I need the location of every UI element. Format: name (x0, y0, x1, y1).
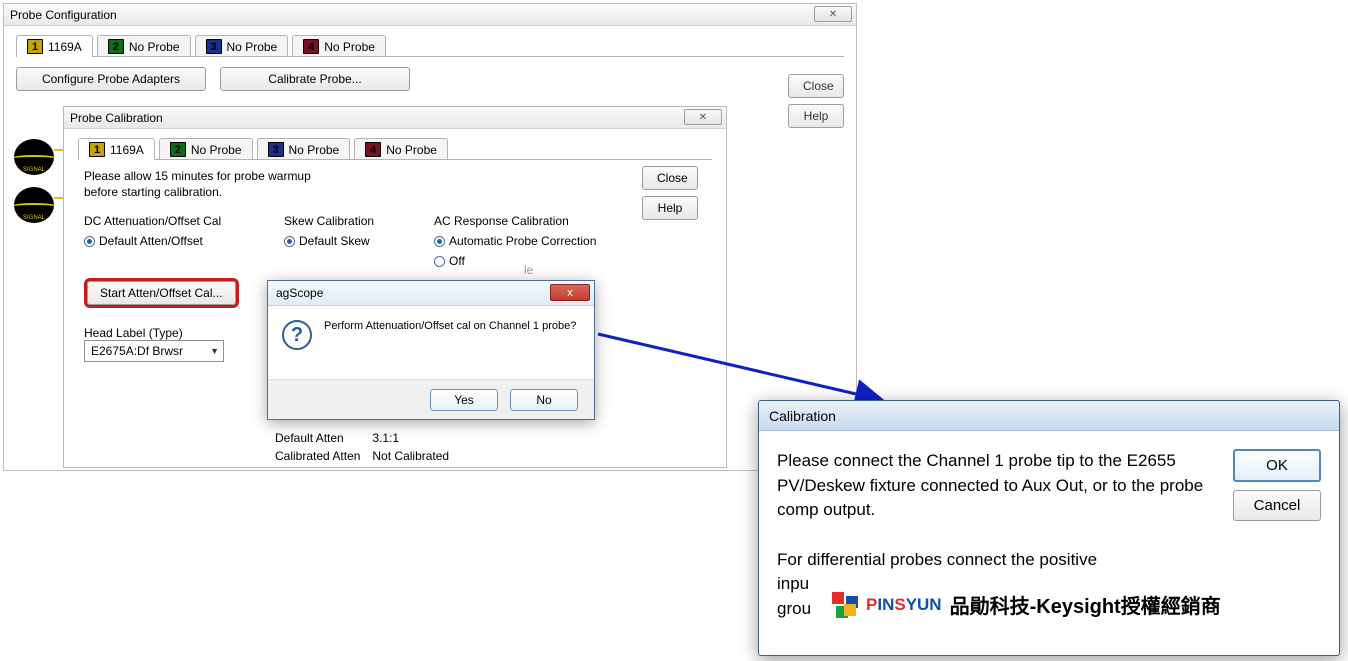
probe-config-titlebar: Probe Configuration ✕ (4, 4, 856, 26)
radio-checked-icon (434, 236, 445, 247)
warmup-note: Please allow 15 minutes for probe warmup… (84, 168, 314, 200)
cal-help-button[interactable]: Help (642, 196, 698, 220)
ch3-badge: 3 (206, 39, 222, 54)
cal-tab-ch3[interactable]: 3 No Probe (257, 138, 351, 160)
signal-icon-1: SIGNAL (14, 139, 54, 175)
cal-tab-ch1-label: 1169A (110, 143, 144, 157)
pinsyun-logo-icon (832, 592, 858, 618)
ac-off-radio[interactable]: Off (434, 252, 644, 271)
msgbox-no-button[interactable]: No (510, 389, 578, 411)
calibration-dialog-title: Calibration (759, 401, 1339, 431)
probe-cal-right-buttons: Close Help (642, 166, 698, 220)
start-atten-offset-highlight: Start Atten/Offset Cal... (84, 278, 239, 308)
configure-adapters-button[interactable]: Configure Probe Adapters (16, 67, 206, 91)
dc-section-heading: DC Attenuation/Offset Cal (84, 214, 254, 228)
head-type-value: E2675A:Df Brwsr (91, 344, 183, 358)
msgbox-yes-button[interactable]: Yes (430, 389, 498, 411)
tab-ch2[interactable]: 2 No Probe (97, 35, 191, 57)
probe-cal-title: Probe Calibration (70, 111, 163, 125)
cal-tab-ch4[interactable]: 4 No Probe (354, 138, 448, 160)
atten-default-value: 3.1:1 (372, 430, 459, 446)
radio-checked-icon (84, 236, 95, 247)
head-label-text: Head Label (Type) (84, 326, 254, 340)
probe-cal-tabs: 1 1169A 2 No Probe 3 No Probe 4 No Probe (78, 137, 712, 159)
ac-auto-label: Automatic Probe Correction (449, 232, 596, 251)
msgbox-titlebar: agScope x (268, 281, 594, 306)
head-type-combo[interactable]: E2675A:Df Brwsr ▼ (84, 340, 224, 362)
probe-config-tabs: 1 1169A 2 No Probe 3 No Probe 4 No Probe (4, 26, 856, 56)
agscope-msgbox: agScope x ? Perform Attenuation/Offset c… (267, 280, 595, 420)
msgbox-close-icon[interactable]: x (550, 284, 590, 301)
skew-default-label: Default Skew (299, 232, 370, 251)
cal-tab-ch2-label: No Probe (191, 143, 242, 157)
tab-ch3-label: No Probe (227, 40, 278, 54)
cal-ch4-badge: 4 (365, 142, 381, 157)
calibration-cancel-button[interactable]: Cancel (1233, 490, 1321, 521)
msgbox-text: Perform Attenuation/Offset cal on Channe… (324, 320, 576, 332)
atten-default-label: Default Atten (275, 430, 370, 446)
probe-cal-titlebar: Probe Calibration ✕ (64, 107, 726, 129)
signal-icon-2: SIGNAL (14, 187, 54, 223)
cal-tab-ch3-label: No Probe (289, 143, 340, 157)
radio-checked-icon (284, 236, 295, 247)
probe-cal-close-icon[interactable]: ✕ (684, 109, 722, 125)
cal-tab-ch1[interactable]: 1 1169A (78, 138, 155, 160)
chevron-down-icon: ▼ (210, 346, 219, 356)
cal-ch3-badge: 3 (268, 142, 284, 157)
tab-ch4-label: No Probe (324, 40, 375, 54)
help-button[interactable]: Help (788, 104, 844, 128)
skew-default-radio[interactable]: Default Skew (284, 232, 404, 251)
ch1-badge: 1 (27, 39, 43, 54)
cal-close-button[interactable]: Close (642, 166, 698, 190)
dc-default-radio[interactable]: Default Atten/Offset (84, 232, 254, 251)
brand-tagline: 品勛科技-Keysight授權經銷商 (950, 590, 1221, 619)
cal-ch1-badge: 1 (89, 142, 105, 157)
close-button[interactable]: Close (788, 74, 844, 98)
tab-ch1[interactable]: 1 1169A (16, 35, 93, 57)
cal-tab-ch2[interactable]: 2 No Probe (159, 138, 253, 160)
ac-auto-radio[interactable]: Automatic Probe Correction (434, 232, 644, 251)
tab-ch4[interactable]: 4 No Probe (292, 35, 386, 57)
tab-ch2-label: No Probe (129, 40, 180, 54)
cal-tab-ch4-label: No Probe (386, 143, 437, 157)
atten-table: Default Atten 3.1:1 Calibrated Atten Not… (273, 428, 461, 466)
ch4-badge: 4 (303, 39, 319, 54)
radio-unchecked-icon (434, 256, 445, 267)
start-atten-offset-cal-button[interactable]: Start Atten/Offset Cal... (87, 281, 236, 305)
calibrate-probe-button[interactable]: Calibrate Probe... (220, 67, 410, 91)
ac-section-heading: AC Response Calibration (434, 214, 644, 228)
probe-config-right-buttons: Close Help (788, 74, 844, 128)
ac-off-label: Off (449, 252, 465, 271)
probe-config-title: Probe Configuration (10, 8, 117, 22)
ch2-badge: 2 (108, 39, 124, 54)
brand-name: PINSYUN (866, 595, 942, 615)
tab-ch1-label: 1169A (48, 40, 82, 54)
partial-obscured-text: le (524, 263, 533, 277)
window-close-icon[interactable]: ✕ (814, 6, 852, 22)
tab-ch3[interactable]: 3 No Probe (195, 35, 289, 57)
atten-calibrated-value: Not Calibrated (372, 448, 459, 464)
skew-section-heading: Skew Calibration (284, 214, 404, 228)
msgbox-title: agScope (276, 286, 323, 300)
calibration-ok-button[interactable]: OK (1233, 449, 1321, 482)
signal-icons: SIGNAL SIGNAL (14, 139, 54, 223)
brand-watermark: PINSYUN 品勛科技-Keysight授權經銷商 (826, 586, 1227, 623)
cal-ch2-badge: 2 (170, 142, 186, 157)
dc-default-label: Default Atten/Offset (99, 232, 203, 251)
atten-calibrated-label: Calibrated Atten (275, 448, 370, 464)
question-icon: ? (282, 320, 312, 350)
